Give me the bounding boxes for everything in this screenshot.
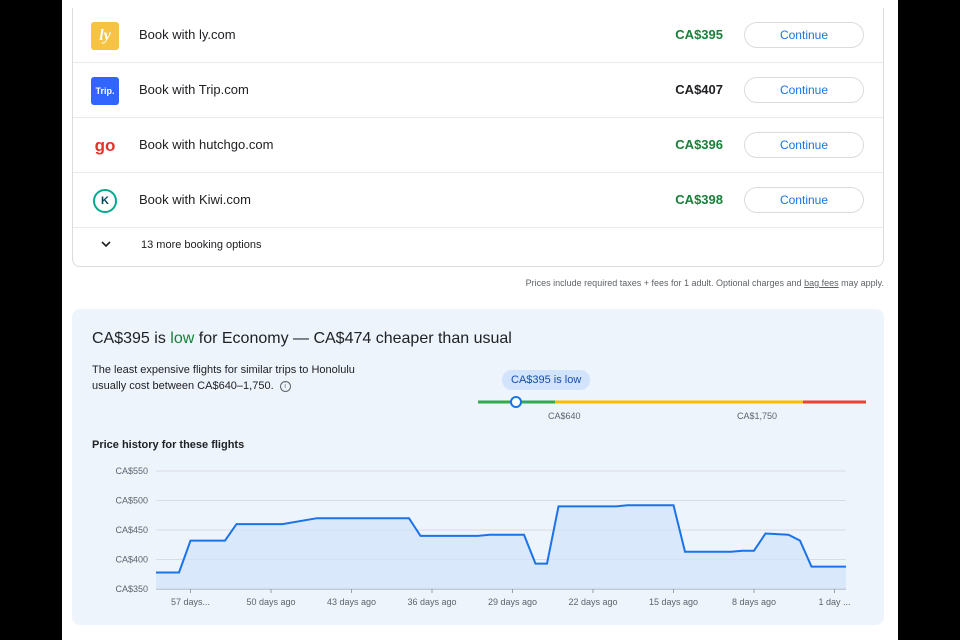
headline-rest: for Economy — CA$474 cheaper than usual xyxy=(198,330,512,347)
price: CA$396 xyxy=(675,137,723,152)
page: ly Book with ly.com CA$395 Continue Trip… xyxy=(62,0,898,640)
trip-logo: Trip. xyxy=(91,77,119,105)
provider-name: Book with ly.com xyxy=(139,27,236,42)
kiwi-logo-text: K xyxy=(93,189,117,213)
x-tick-label: 22 days ago xyxy=(568,597,617,607)
booking-row-hutchgo[interactable]: go Book with hutchgo.com CA$396 Continue xyxy=(73,118,883,173)
headline-low: low xyxy=(170,330,195,347)
price-history-chart: CA$350 CA$400 CA$450 CA$500 CA$550 57 days...… xyxy=(115,466,850,607)
hutchgo-logo-text: go xyxy=(94,136,116,155)
continue-button[interactable]: Continue xyxy=(744,132,864,158)
gauge-high-label: CA$1,750 xyxy=(737,411,778,421)
price-insight-headline: CA$395 is low for Economy — CA$474 cheap… xyxy=(92,330,512,348)
disclaimer-suffix: may apply. xyxy=(841,278,884,288)
headline-price: CA$395 is xyxy=(92,330,166,347)
x-tick-label: 29 days ago xyxy=(488,597,537,607)
ly-logo: ly xyxy=(91,22,119,50)
x-tick-label: 15 days ago xyxy=(649,597,698,607)
booking-row-ly[interactable]: ly Book with ly.com CA$395 Continue xyxy=(73,8,883,63)
x-tick-label: 8 days ago xyxy=(732,597,776,607)
trip-logo-text: Trip. xyxy=(95,86,115,96)
price-area-fill xyxy=(156,505,846,589)
x-tick-label: 43 days ago xyxy=(327,597,376,607)
y-tick-label: CA$500 xyxy=(115,496,148,506)
info-icon[interactable]: i xyxy=(279,380,291,392)
x-tick-label: 57 days... xyxy=(171,597,210,607)
current-price-bubble: CA$395 is low xyxy=(502,370,591,390)
chevron-down-icon[interactable] xyxy=(99,237,113,251)
x-tick-label: 1 day ... xyxy=(818,597,850,607)
hutchgo-logo: go xyxy=(91,132,119,160)
price-range-description: The least expensive flights for similar … xyxy=(92,362,382,394)
price: CA$398 xyxy=(675,192,723,207)
price-insights-panel: CA$395 is low for Economy — CA$474 cheap… xyxy=(72,309,884,625)
chart-title: Price history for these flights xyxy=(92,439,245,451)
continue-button[interactable]: Continue xyxy=(744,187,864,213)
x-tick-label: 50 days ago xyxy=(246,597,295,607)
description-text: The least expensive flights for similar … xyxy=(92,364,355,392)
disclaimer-text: Prices include required taxes + fees for… xyxy=(525,278,802,288)
y-tick-label: CA$350 xyxy=(115,584,148,594)
price: CA$407 xyxy=(675,82,723,97)
y-tick-label: CA$400 xyxy=(115,555,148,565)
booking-options-card: ly Book with ly.com CA$395 Continue Trip… xyxy=(72,8,884,267)
booking-row-kiwi[interactable]: K Book with Kiwi.com CA$398 Continue xyxy=(73,173,883,228)
gauge-low-label: CA$640 xyxy=(548,411,581,421)
provider-name: Book with hutchgo.com xyxy=(139,137,274,152)
x-tick-label: 36 days ago xyxy=(407,597,456,607)
provider-name: Book with Kiwi.com xyxy=(139,192,251,207)
booking-row-trip[interactable]: Trip. Book with Trip.com CA$407 Continue xyxy=(73,63,883,118)
price: CA$395 xyxy=(675,27,723,42)
price-gauge: CA$395 is low CA$640 CA$1,750 xyxy=(478,369,866,429)
kiwi-logo: K xyxy=(91,187,119,215)
price-disclaimer: Prices include required taxes + fees for… xyxy=(526,278,884,288)
bag-fees-link[interactable]: bag fees xyxy=(804,278,839,288)
continue-button[interactable]: Continue xyxy=(744,22,864,48)
continue-button[interactable]: Continue xyxy=(744,77,864,103)
y-tick-label: CA$550 xyxy=(115,466,148,476)
more-options-label: 13 more booking options xyxy=(141,239,262,251)
provider-name: Book with Trip.com xyxy=(139,82,249,97)
y-tick-label: CA$450 xyxy=(115,525,148,535)
gauge-bar xyxy=(478,396,866,408)
more-booking-options[interactable]: 13 more booking options xyxy=(73,227,883,265)
gauge-marker xyxy=(510,396,522,408)
ly-logo-text: ly xyxy=(99,27,111,44)
